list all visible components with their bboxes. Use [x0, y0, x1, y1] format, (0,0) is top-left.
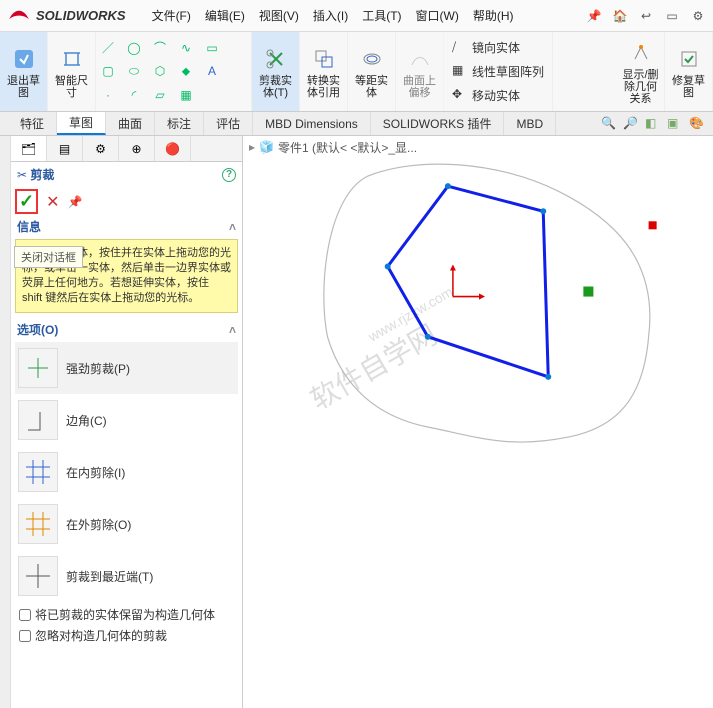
- arc-icon[interactable]: ⌒: [152, 40, 168, 56]
- options-section-label: 选项(O): [17, 321, 58, 338]
- ribbon-repair[interactable]: 修复草图: [665, 32, 713, 111]
- menu-window[interactable]: 窗口(W): [410, 4, 465, 27]
- chevron-up-icon[interactable]: ˄: [229, 220, 236, 234]
- relation-marker-green[interactable]: [583, 287, 593, 297]
- point-icon[interactable]: ·: [100, 87, 116, 103]
- solidworks-logo: [6, 3, 32, 29]
- ribbon-show-relations[interactable]: 显示/删除几何关系: [617, 32, 665, 111]
- section-icon[interactable]: ◧: [645, 116, 661, 132]
- menu-file[interactable]: 文件(F): [146, 4, 197, 27]
- rect2-icon[interactable]: ▢: [100, 63, 116, 79]
- pin-icon[interactable]: 📌: [585, 7, 603, 25]
- checkbox-keep-construction[interactable]: 将已剪裁的实体保留为构造几何体: [11, 604, 242, 625]
- tab-features[interactable]: 特征: [8, 112, 57, 135]
- tab-mbd-dim[interactable]: MBD Dimensions: [253, 112, 371, 135]
- panel-tab-property[interactable]: ▤: [47, 136, 83, 161]
- menu-tools[interactable]: 工具(T): [356, 4, 407, 27]
- home-icon[interactable]: 🏠: [611, 7, 629, 25]
- option-power-trim[interactable]: 强劲剪裁(P): [15, 342, 238, 394]
- zoom-area-icon[interactable]: 🔎: [623, 116, 639, 132]
- chevron-up-icon[interactable]: ˄: [229, 323, 236, 337]
- cancel-button[interactable]: ✕: [46, 192, 59, 212]
- check-icon: ✓: [19, 191, 34, 211]
- brand-label: SOLIDWORKS: [36, 8, 126, 23]
- ribbon-smart-dim[interactable]: 智能尺寸: [48, 32, 96, 111]
- fillet-icon[interactable]: ◜: [126, 87, 142, 103]
- ribbon-mirror[interactable]: ⧸镜向实体: [452, 39, 544, 56]
- tab-plugins[interactable]: SOLIDWORKS 插件: [371, 112, 505, 135]
- checkbox-ignore-construction[interactable]: 忽略对构造几何体的剪裁: [11, 625, 242, 646]
- sketch-origin: [450, 264, 485, 299]
- pushpin-icon[interactable]: 📌: [68, 195, 83, 209]
- gear-icon[interactable]: ⚙: [689, 7, 707, 25]
- command-tabs: 特征 草图 曲面 标注 评估 MBD Dimensions SOLIDWORKS…: [0, 112, 713, 136]
- ribbon-curve-offset[interactable]: 曲面上偏移: [396, 32, 444, 111]
- tab-sketch[interactable]: 草图: [57, 112, 106, 135]
- ribbon-sketch-tools: ／ ◯ ⌒ ∿ ▭ ▢ ⬭ ⬡ ⬥ A · ◜ ▱ ▦: [96, 32, 252, 111]
- display-icon[interactable]: ▣: [667, 116, 683, 132]
- tab-annotate[interactable]: 标注: [155, 112, 204, 135]
- back-icon[interactable]: ↩: [637, 7, 655, 25]
- polygon-shape[interactable]: [388, 186, 549, 377]
- tab-evaluate[interactable]: 评估: [204, 112, 253, 135]
- circle-icon[interactable]: ◯: [126, 40, 142, 56]
- panel-tab-config[interactable]: ⚙: [83, 136, 119, 161]
- panel-tab-feature[interactable]: 🗂: [11, 136, 47, 161]
- ribbon-convert[interactable]: 转换实体引用: [300, 32, 348, 111]
- poly-icon[interactable]: ⬡: [152, 63, 168, 79]
- text-icon[interactable]: A: [204, 63, 220, 79]
- ellipse-icon[interactable]: ⬥: [178, 63, 194, 79]
- ribbon-pattern[interactable]: ▦线性草图阵列: [452, 63, 544, 80]
- rect-icon[interactable]: ▭: [204, 40, 220, 56]
- tab-surface[interactable]: 曲面: [106, 112, 155, 135]
- panel-tab-appearance[interactable]: 🔴: [155, 136, 191, 161]
- ribbon-move[interactable]: ✥移动实体: [452, 87, 544, 104]
- ribbon-exit-sketch[interactable]: 退出草图: [0, 32, 48, 111]
- menu-insert[interactable]: 插入(I): [307, 4, 354, 27]
- spline-path[interactable]: [324, 164, 650, 442]
- menu-view[interactable]: 视图(V): [253, 4, 305, 27]
- graphics-area[interactable]: ▸ 🧊 零件1 (默认< <默认>_显... 软件自学网 www.rjzxw.c…: [243, 136, 713, 708]
- help-icon[interactable]: ?: [222, 168, 236, 182]
- scissors-icon: ✂: [17, 168, 27, 182]
- task-pane-rail[interactable]: [0, 136, 11, 708]
- menubar: 文件(F) 编辑(E) 视图(V) 插入(I) 工具(T) 窗口(W) 帮助(H…: [146, 4, 520, 27]
- ok-button[interactable]: ✓: [15, 189, 38, 214]
- option-corner[interactable]: 边角(C): [15, 394, 238, 446]
- slot-icon[interactable]: ⬭: [126, 63, 142, 79]
- spline-icon[interactable]: ∿: [178, 40, 194, 56]
- ok-tooltip: 关闭对话框: [14, 246, 83, 268]
- chamfer-icon[interactable]: ▱: [152, 87, 168, 103]
- ribbon-transform-group: ⧸镜向实体 ▦线性草图阵列 ✥移动实体: [444, 32, 553, 111]
- panel-tab-dim[interactable]: ⊕: [119, 136, 155, 161]
- plane-icon[interactable]: ▦: [178, 87, 194, 103]
- menu-edit[interactable]: 编辑(E): [199, 4, 251, 27]
- ribbon: 退出草图 智能尺寸 ／ ◯ ⌒ ∿ ▭ ▢ ⬭ ⬡ ⬥ A · ◜ ▱ ▦ 剪裁…: [0, 32, 713, 112]
- option-trim-outside[interactable]: 在外剪除(O): [15, 498, 238, 550]
- menu-help[interactable]: 帮助(H): [467, 4, 520, 27]
- line-icon[interactable]: ／: [100, 40, 116, 56]
- option-trim-closest[interactable]: 剪裁到最近端(T): [15, 550, 238, 602]
- feature-title: 剪裁: [30, 166, 54, 183]
- option-trim-inside[interactable]: 在内剪除(I): [15, 446, 238, 498]
- ribbon-offset[interactable]: 等距实体: [348, 32, 396, 111]
- msg-section-label: 信息: [17, 218, 41, 235]
- ribbon-trim[interactable]: 剪裁实体(T): [252, 32, 300, 111]
- tab-mbd[interactable]: MBD: [504, 112, 556, 135]
- doc-icon[interactable]: ▭: [663, 7, 681, 25]
- zoom-icon[interactable]: 🔍: [601, 116, 617, 132]
- appearance-icon[interactable]: 🎨: [689, 116, 705, 132]
- relation-marker-red[interactable]: [649, 221, 657, 229]
